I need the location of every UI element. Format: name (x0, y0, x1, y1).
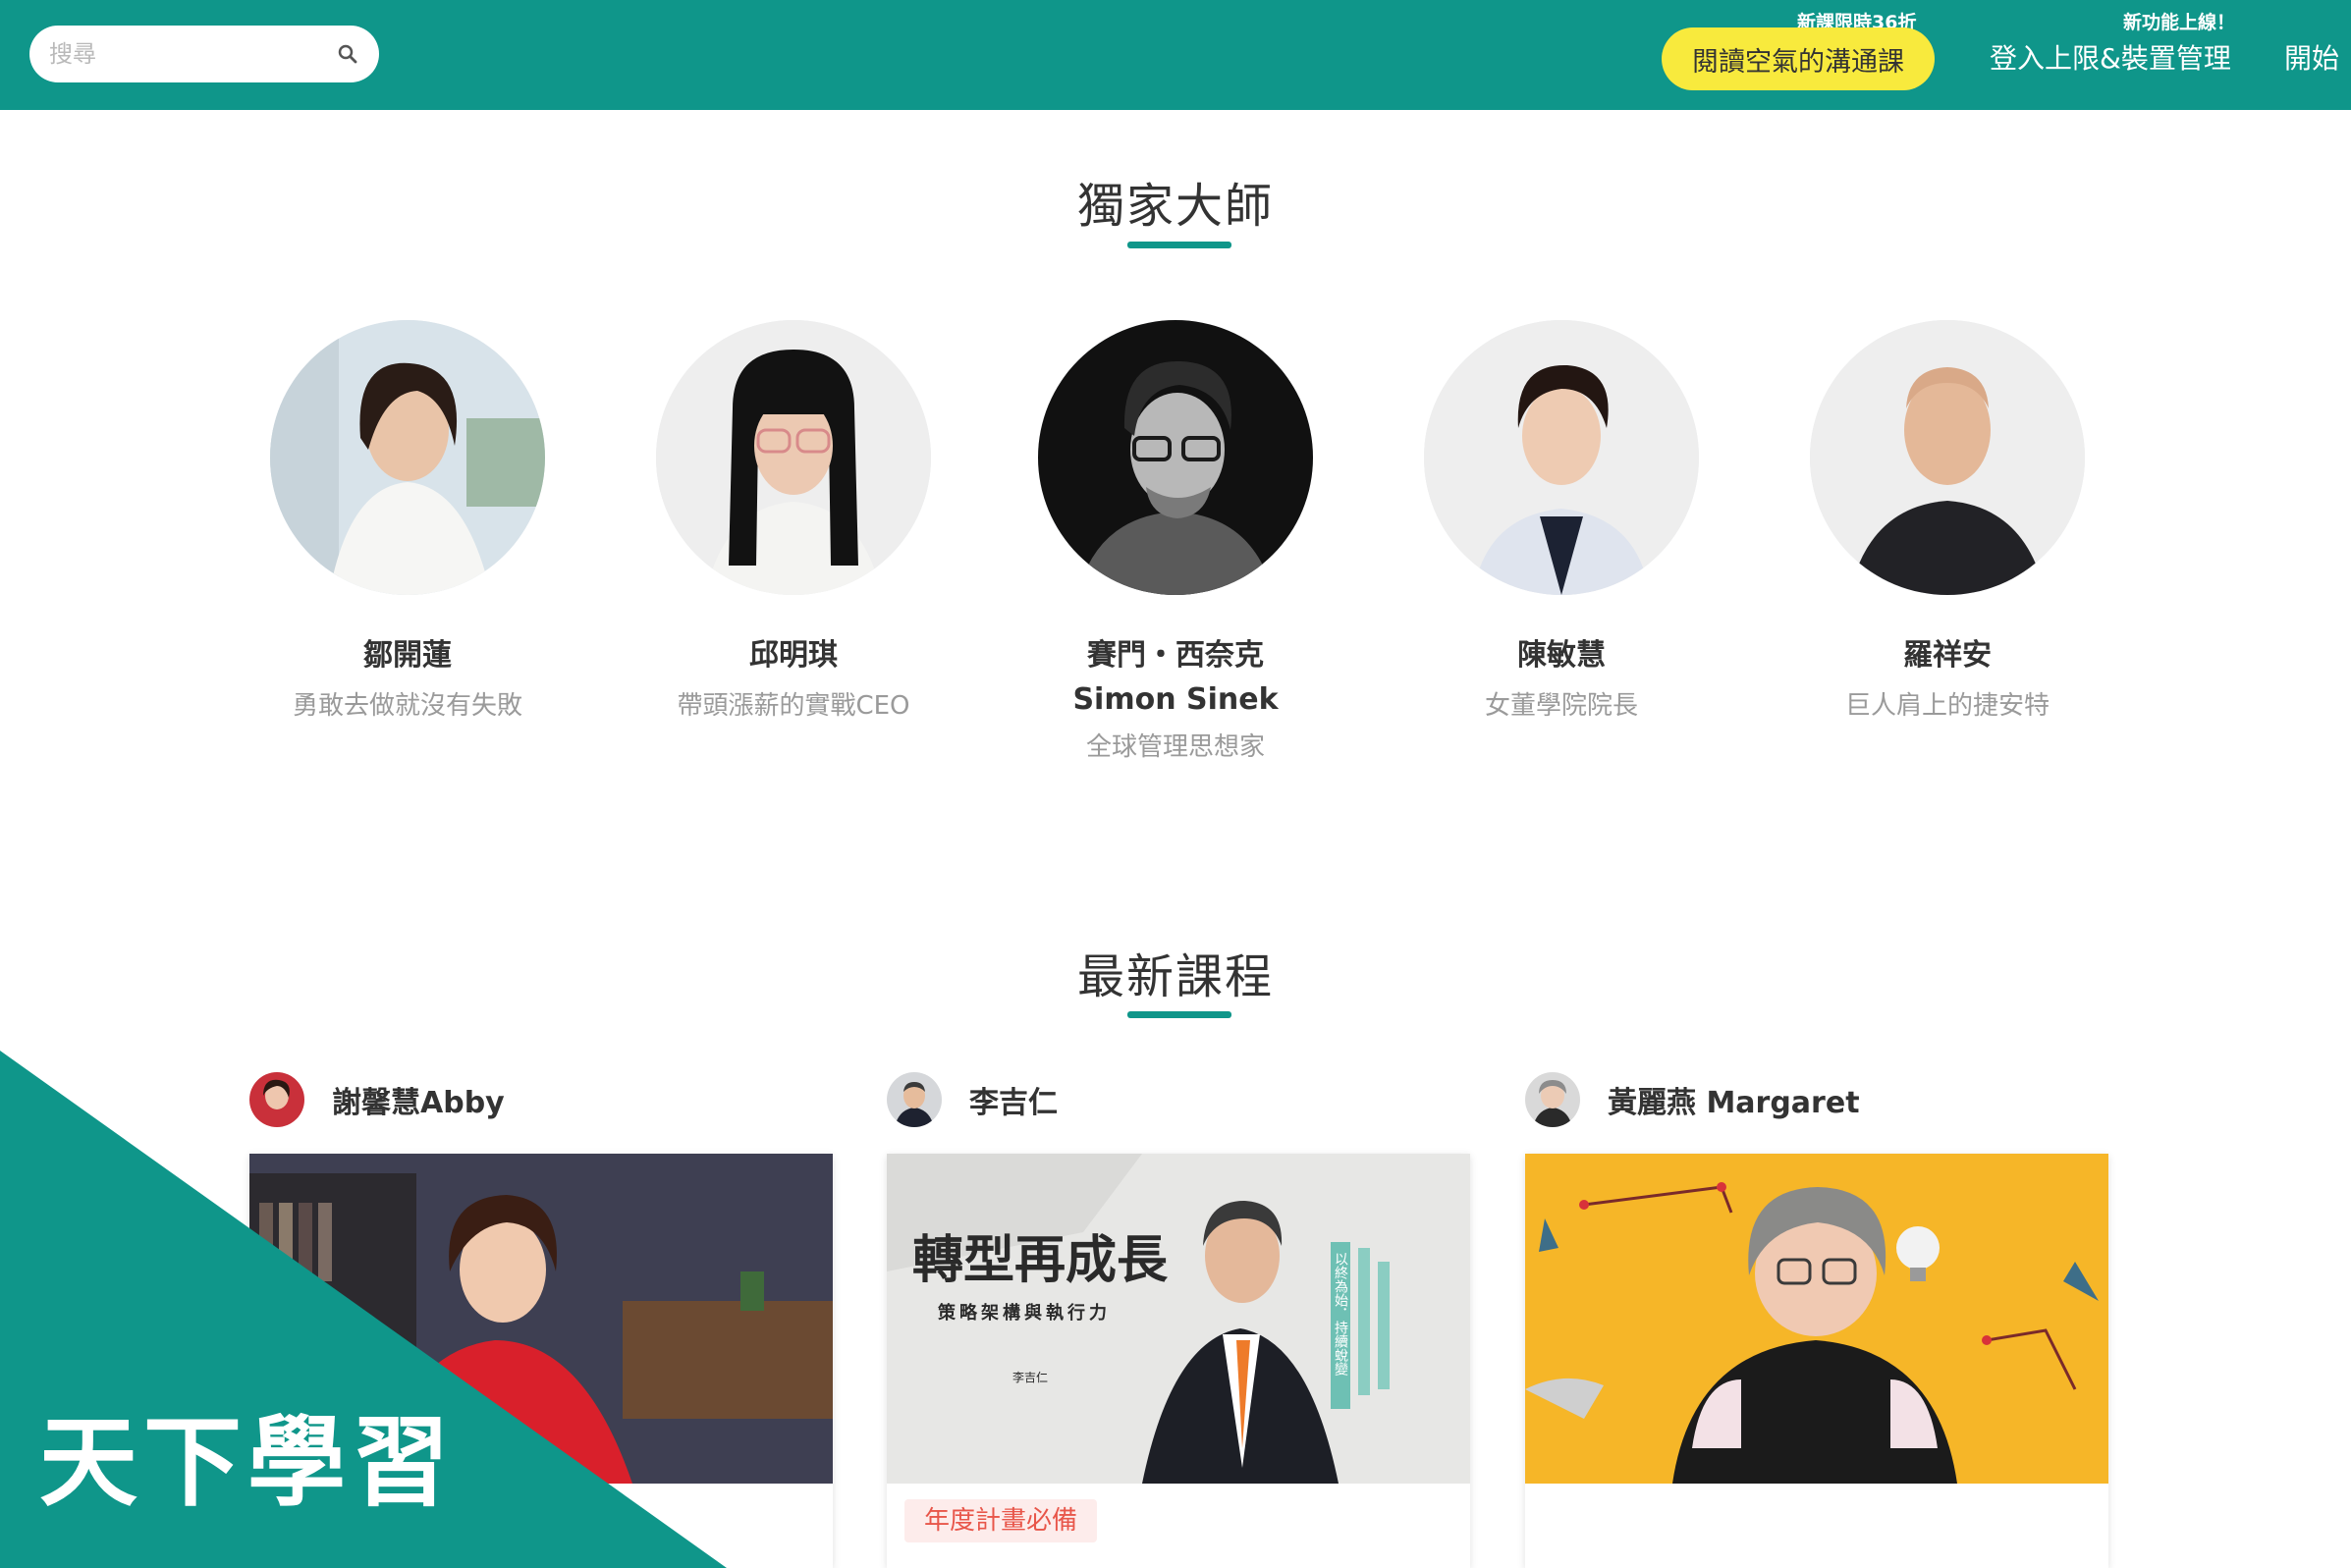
course-teacher[interactable]: 黃麗燕 Margaret (1525, 1070, 1860, 1129)
master-description: 女董學院院長 (1484, 691, 1638, 721)
master-name-english: Simon Sinek (1072, 682, 1279, 717)
cover-subtitle: 策略架構與執行力 (938, 1302, 1111, 1324)
teacher-name: 李吉仁 (969, 1086, 1058, 1120)
course-tag: 年度計畫必備 (904, 1499, 1098, 1542)
new-feature-badge: 新功能上線！ (2123, 12, 2236, 33)
cover-title: 轉型再成長 (912, 1230, 1169, 1290)
course-teacher[interactable]: 李吉仁 (887, 1070, 1058, 1129)
teacher-avatar (1525, 1072, 1580, 1127)
brand-logo-text: 天下學習 (39, 1405, 456, 1520)
section-title-underline (1127, 242, 1231, 248)
course-card[interactable]: 轉型再成長 策略架構與執行力 李吉仁 以終為始．持續蛻變 年度計畫必備 (887, 1154, 1470, 1568)
master-card[interactable]: 邱明琪 帶頭漲薪的實戰CEO (607, 320, 980, 725)
course-cover-image (1525, 1154, 2108, 1484)
master-avatar (1810, 320, 2085, 595)
cover-author: 李吉仁 (1012, 1370, 1048, 1384)
master-card[interactable]: 鄒開蓮 勇敢去做就沒有失敗 (221, 320, 594, 725)
teacher-name: 黃麗燕 Margaret (1608, 1086, 1860, 1120)
teacher-avatar (887, 1072, 942, 1127)
nav-login-device-management[interactable]: 登入上限&裝置管理 (1990, 37, 2231, 77)
master-description: 帶頭漲薪的實戰CEO (677, 691, 910, 721)
master-name: 羅祥安 (1903, 638, 1992, 673)
cover-vertical-text: 以終為始．持續蛻變 (1333, 1252, 1348, 1376)
master-description: 勇敢去做就沒有失敗 (292, 691, 522, 721)
nav-start[interactable]: 開始 (2284, 37, 2339, 77)
master-name: 賽門・西奈克 (1087, 638, 1264, 673)
course-cover-image: 轉型再成長 策略架構與執行力 李吉仁 以終為始．持續蛻變 (887, 1154, 1470, 1484)
master-description: 巨人肩上的捷安特 (1844, 691, 2050, 721)
master-name: 陳敏慧 (1517, 638, 1606, 673)
course-card[interactable] (1525, 1154, 2108, 1568)
master-card[interactable]: 陳敏慧 女董學院院長 (1375, 320, 1748, 725)
master-avatar (270, 320, 545, 595)
master-avatar (1038, 320, 1313, 595)
search-box[interactable] (29, 26, 379, 82)
promo-course-button[interactable]: 閱讀空氣的溝通課 (1662, 27, 1935, 90)
masters-section-title: 獨家大師 (1076, 179, 1274, 234)
master-card[interactable]: 賽門・西奈克 Simon Sinek 全球管理思想家 (989, 320, 1362, 766)
search-input[interactable] (49, 33, 334, 75)
master-description: 全球管理思想家 (1085, 732, 1265, 762)
master-name: 邱明琪 (749, 638, 838, 673)
master-name: 鄒開蓮 (363, 638, 452, 673)
master-avatar (656, 320, 931, 595)
master-avatar (1424, 320, 1699, 595)
master-card[interactable]: 羅祥安 巨人肩上的捷安特 (1761, 320, 2134, 725)
search-icon[interactable] (336, 42, 359, 66)
courses-section-title: 最新課程 (1076, 949, 1274, 1004)
section-title-underline (1127, 1011, 1231, 1018)
